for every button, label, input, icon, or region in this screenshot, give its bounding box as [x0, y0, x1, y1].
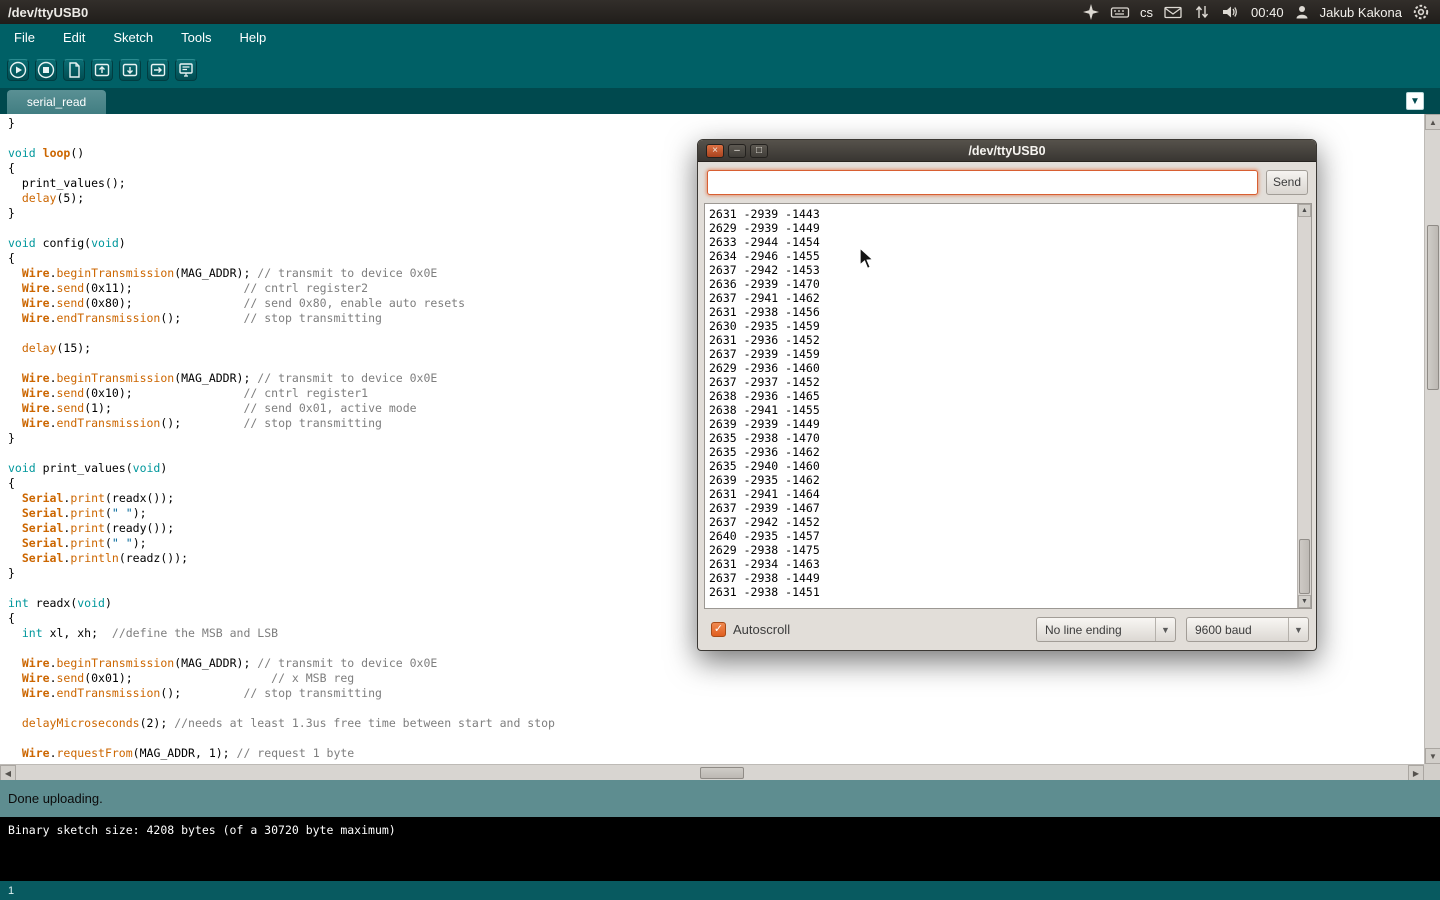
serial-monitor-window: × – □ /dev/ttyUSB0 Send 2631 -2939 -1443…: [697, 139, 1317, 651]
serial-scroll-up-icon[interactable]: ▲: [1298, 204, 1311, 217]
tab-serial-read[interactable]: serial_read: [7, 90, 106, 114]
clock[interactable]: 00:40: [1251, 5, 1284, 20]
code-content: }void loop(){ print_values(); delay(5);}…: [8, 116, 555, 761]
save-sketch-button[interactable]: [119, 59, 141, 81]
panel-indicators: cs 00:40 Jakub Kakona: [1082, 3, 1440, 21]
line-ending-value: No line ending: [1037, 623, 1155, 637]
menu-help[interactable]: Help: [225, 24, 280, 52]
gear-icon[interactable]: [1412, 3, 1430, 21]
mouse-cursor: [858, 247, 878, 276]
menu-sketch[interactable]: Sketch: [99, 24, 167, 52]
desktop: /dev/ttyUSB0 cs 00:40 Jakub Kakona: [0, 0, 1440, 900]
serial-output[interactable]: 2631 -2939 -1443 2629 -2939 -1449 2633 -…: [705, 204, 1297, 608]
line-number-strip: 1: [0, 881, 1440, 900]
keyboard-icon[interactable]: [1110, 3, 1130, 21]
chevron-down-icon: ▼: [1155, 618, 1175, 641]
mail-icon[interactable]: [1163, 3, 1183, 21]
serial-input[interactable]: [707, 170, 1258, 195]
tab-strip: serial_read ▼: [0, 88, 1440, 114]
ubuntu-top-panel: /dev/ttyUSB0 cs 00:40 Jakub Kakona: [0, 0, 1440, 24]
serial-monitor-title: /dev/ttyUSB0: [698, 144, 1316, 158]
user-name[interactable]: Jakub Kakona: [1320, 5, 1402, 20]
editor-horizontal-scrollbar[interactable]: ◀ ▶: [0, 764, 1424, 780]
volume-icon[interactable]: [1221, 3, 1241, 21]
keyboard-layout-label[interactable]: cs: [1140, 5, 1153, 20]
horizontal-scroll-thumb[interactable]: [700, 767, 744, 779]
menu-edit[interactable]: Edit: [49, 24, 99, 52]
baud-rate-value: 9600 baud: [1187, 623, 1288, 637]
verify-button[interactable]: [7, 59, 29, 81]
serial-output-scrollbar[interactable]: ▲ ▼: [1297, 204, 1311, 608]
editor-vertical-scrollbar[interactable]: ▲ ▼: [1424, 114, 1440, 764]
send-button[interactable]: Send: [1266, 170, 1308, 195]
autoscroll-checkbox[interactable]: ✓: [711, 622, 726, 637]
minimize-button[interactable]: –: [728, 144, 746, 158]
serial-options-row: ✓ Autoscroll No line ending ▼ 9600 baud …: [704, 616, 1312, 643]
scrollbar-corner: [1424, 764, 1440, 780]
serial-scroll-down-icon[interactable]: ▼: [1298, 595, 1311, 608]
send-row: Send: [707, 169, 1309, 195]
scroll-right-icon[interactable]: ▶: [1408, 765, 1424, 781]
serial-scroll-thumb[interactable]: [1299, 539, 1310, 594]
serial-output-area: 2631 -2939 -1443 2629 -2939 -1449 2633 -…: [704, 203, 1312, 609]
maximize-button[interactable]: □: [750, 144, 768, 158]
minimize-icon: –: [734, 145, 740, 156]
close-button[interactable]: ×: [706, 144, 724, 158]
menu-file[interactable]: File: [0, 24, 49, 52]
new-sketch-button[interactable]: [63, 59, 85, 81]
menu-tools[interactable]: Tools: [167, 24, 225, 52]
baud-rate-select[interactable]: 9600 baud ▼: [1186, 617, 1309, 642]
close-icon: ×: [712, 145, 718, 156]
active-window-title: /dev/ttyUSB0: [8, 5, 88, 20]
open-sketch-button[interactable]: [91, 59, 113, 81]
autoscroll-label: Autoscroll: [733, 622, 790, 637]
scroll-left-icon[interactable]: ◀: [0, 765, 16, 781]
serial-monitor-titlebar[interactable]: × – □ /dev/ttyUSB0: [698, 140, 1316, 162]
chevron-down-icon: ▼: [1288, 618, 1308, 641]
line-ending-select[interactable]: No line ending ▼: [1036, 617, 1176, 642]
check-icon: ✓: [714, 623, 723, 635]
scroll-down-icon[interactable]: ▼: [1425, 748, 1440, 764]
vertical-scroll-thumb[interactable]: [1427, 225, 1439, 390]
console-text: Binary sketch size: 4208 bytes (of a 307…: [8, 823, 1432, 837]
serial-monitor-button[interactable]: [175, 59, 197, 81]
status-bar: Done uploading.: [0, 780, 1440, 817]
current-line-number: 1: [8, 885, 14, 897]
status-message: Done uploading.: [8, 791, 103, 806]
scroll-up-icon[interactable]: ▲: [1425, 114, 1440, 130]
menu-bar: File Edit Sketch Tools Help: [0, 24, 1440, 52]
tab-menu-arrow-icon: ▼: [1410, 96, 1420, 107]
network-arrows-icon[interactable]: [1193, 3, 1211, 21]
console-output: Binary sketch size: 4208 bytes (of a 307…: [0, 817, 1440, 881]
upload-button[interactable]: [147, 59, 169, 81]
toolbar: [0, 52, 1440, 88]
maximize-icon: □: [756, 145, 762, 156]
tab-menu-button[interactable]: ▼: [1406, 92, 1424, 110]
tab-label: serial_read: [27, 95, 86, 109]
sparkle-icon[interactable]: [1082, 3, 1100, 21]
user-icon: [1294, 3, 1310, 21]
stop-button[interactable]: [35, 59, 57, 81]
